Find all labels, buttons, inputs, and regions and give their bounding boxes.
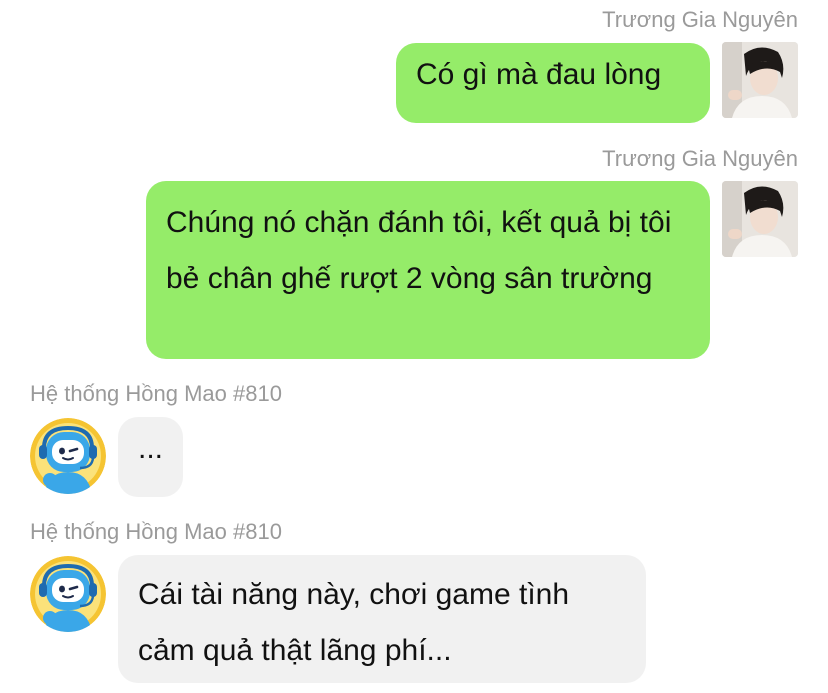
user-avatar[interactable] bbox=[722, 181, 798, 257]
outgoing-message-bubble[interactable]: Có gì mà đau lòng bbox=[396, 43, 710, 123]
robot-headset-icon bbox=[30, 556, 106, 632]
user-avatar[interactable] bbox=[722, 42, 798, 118]
incoming-message-bubble[interactable]: Cái tài năng này, chơi game tình cảm quả… bbox=[118, 555, 646, 683]
bot-avatar[interactable] bbox=[30, 556, 106, 632]
sender-name: Hệ thống Hồng Mao #810 bbox=[30, 381, 282, 406]
bot-avatar[interactable] bbox=[30, 418, 106, 494]
user-avatar-photo bbox=[722, 181, 798, 257]
robot-headset-icon bbox=[30, 418, 106, 494]
sender-name: Trương Gia Nguyên bbox=[602, 146, 798, 171]
incoming-message-bubble[interactable]: ... bbox=[118, 417, 183, 497]
user-avatar-photo bbox=[722, 42, 798, 118]
outgoing-message-bubble[interactable]: Chúng nó chặn đánh tôi, kết quả bị tôi b… bbox=[146, 181, 710, 359]
sender-name: Trương Gia Nguyên bbox=[602, 7, 798, 32]
sender-name: Hệ thống Hồng Mao #810 bbox=[30, 519, 282, 544]
